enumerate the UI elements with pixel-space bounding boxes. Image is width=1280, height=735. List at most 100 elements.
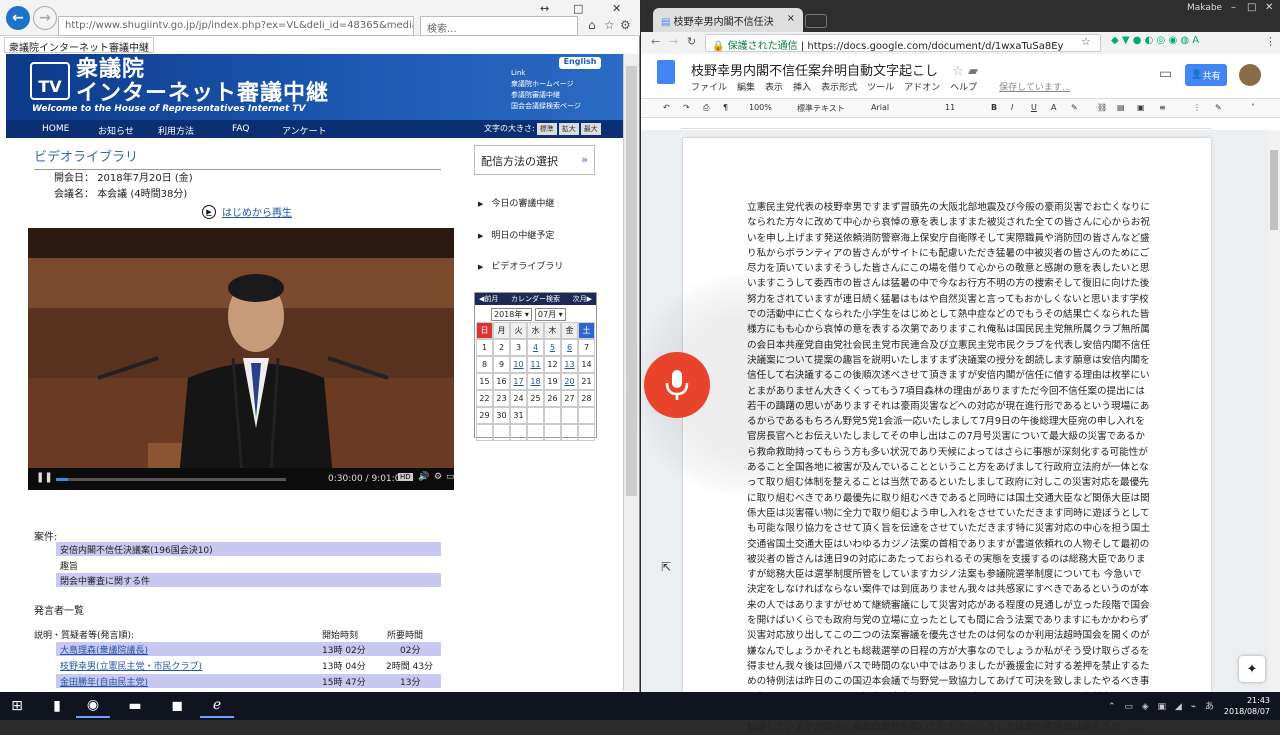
clock[interactable]: 21:43 2018/08/07 [1212, 695, 1270, 717]
menu-help[interactable]: ヘルプ [950, 80, 977, 93]
pause-icon[interactable]: ❚❚ [36, 472, 53, 483]
year-select[interactable]: 2018年 ▾ [491, 308, 532, 321]
image-icon[interactable]: ▣ [1137, 103, 1145, 112]
home-icon[interactable]: ⌂ [588, 18, 596, 32]
settings-icon[interactable]: ⚙ [434, 472, 442, 482]
explore-icon[interactable]: ✦ [1239, 656, 1265, 682]
cortana-icon[interactable]: ▮ [40, 694, 74, 718]
restore-icon[interactable]: □ [573, 2, 583, 15]
side-link-tomorrow[interactable]: ▶ 明日の中継予定 [478, 228, 554, 241]
calendar-day[interactable]: 11 [527, 356, 544, 373]
nav-usage[interactable]: 利用方法 [158, 124, 194, 137]
search-input[interactable]: 検索... [420, 16, 578, 36]
reload-icon[interactable]: ↻ [687, 35, 696, 48]
calendar-day[interactable]: 20 [561, 373, 578, 390]
menu-addons[interactable]: アドオン [904, 80, 940, 93]
font-size-select[interactable]: 11 [945, 103, 955, 112]
calendar-day[interactable]: 17 [510, 373, 527, 390]
nav-home[interactable]: HOME [42, 124, 69, 134]
forward-arrow-icon[interactable]: → [33, 6, 57, 30]
comments-icon[interactable]: ▭ [1159, 66, 1172, 82]
print-icon[interactable]: ⎙ [703, 103, 709, 113]
speaker-link[interactable]: 大島理森(衆議院議長) [60, 643, 148, 656]
volume-icon[interactable]: 🔊 [418, 472, 429, 482]
calendar-day[interactable]: 18 [527, 373, 544, 390]
fullscreen-icon[interactable]: ▭ [446, 472, 455, 482]
menu-tools[interactable]: ツール [867, 80, 894, 93]
edit-mode-icon[interactable]: ✎ [1215, 103, 1222, 112]
comment-icon[interactable]: ▤ [1117, 103, 1125, 112]
file-explorer-icon[interactable]: ▬ [118, 694, 152, 718]
microphone-icon[interactable] [644, 352, 710, 418]
chrome-taskbar-icon[interactable]: ◉ [76, 694, 110, 718]
align-icon[interactable]: ≡ [1159, 103, 1166, 112]
style-select[interactable]: 標準テキスト [797, 103, 845, 114]
underline-icon[interactable]: U [1031, 103, 1037, 112]
zoom-select[interactable]: 100% [749, 103, 772, 112]
chrome-user[interactable]: Makabe [1187, 3, 1222, 13]
nav-news[interactable]: お知らせ [98, 124, 134, 137]
docs-logo-icon[interactable] [657, 60, 675, 84]
link-item[interactable]: 衆議院ホームページ [511, 79, 581, 90]
calendar-next[interactable]: 次月▶ [573, 294, 592, 304]
close-icon[interactable]: ✕ [1265, 2, 1273, 13]
menu-view[interactable]: 表示 [765, 80, 783, 93]
link-item[interactable]: 参議院審議中継 [511, 90, 581, 101]
play-from-start-link[interactable]: ▶ はじめから再生 [202, 204, 292, 219]
italic-icon[interactable]: I [1011, 103, 1013, 112]
calendar-day[interactable]: 10 [510, 356, 527, 373]
font-select[interactable]: Arial [871, 103, 889, 112]
redo-icon[interactable]: ↷ [683, 103, 690, 112]
side-link-today[interactable]: ▶ 今日の審議中継 [478, 196, 554, 209]
collapse-icon[interactable]: ˄ [1251, 103, 1255, 112]
undo-icon[interactable]: ↶ [663, 103, 670, 112]
nox-icon[interactable]: ◼ [160, 694, 194, 718]
address-bar[interactable]: http://www.shugiintv.go.jp/jp/index.php?… [58, 16, 414, 36]
link-icon[interactable]: ⛓ [1097, 103, 1107, 112]
menu-insert[interactable]: 挿入 [793, 80, 811, 93]
side-link-library[interactable]: ▶ ビデオライブラリ [478, 259, 563, 272]
font-size-max[interactable]: 最大 [580, 123, 601, 135]
chrome-tab[interactable]: ▤ 枝野幸男内閣不信任決 × [653, 8, 803, 32]
bold-icon[interactable]: B [991, 103, 997, 112]
paint-format-icon[interactable]: ¶ [723, 103, 728, 112]
back-arrow-icon[interactable]: ← [6, 6, 30, 30]
omnibox[interactable]: 🔒 保護された通信 | https://docs.google.com/docu… [705, 34, 1101, 52]
month-select[interactable]: 07月 ▾ [534, 308, 566, 321]
font-size-standard[interactable]: 標準 [536, 123, 557, 135]
star-icon[interactable]: ☆ [952, 64, 964, 79]
text-color-icon[interactable]: A [1051, 103, 1056, 112]
favorites-star-icon[interactable]: ☆ [604, 18, 615, 32]
font-size-large[interactable]: 拡大 [558, 123, 579, 135]
link-item[interactable]: 国会会議録検索ページ [511, 101, 581, 112]
site-title[interactable]: 衆議院 インターネット審議中継 [76, 58, 329, 106]
avatar[interactable] [1239, 64, 1261, 86]
nav-faq[interactable]: FAQ [232, 124, 249, 134]
close-icon[interactable]: ✕ [612, 2, 621, 15]
forward-arrow-icon[interactable]: → [669, 35, 678, 48]
delivery-method-button[interactable]: 配信方法の選択 » [474, 145, 595, 175]
speaker-link[interactable]: 枝野幸男(立憲民主党・市民クラブ) [60, 659, 202, 672]
menu-file[interactable]: ファイル [691, 80, 727, 93]
system-tray[interactable]: ⌃ ▭ ◈ ▣ ◢ ⌁ あ [1108, 699, 1217, 712]
calendar-day[interactable]: 13 [561, 356, 578, 373]
menu-format[interactable]: 表示形式 [821, 80, 857, 93]
restore-icon[interactable]: □ [1247, 2, 1256, 13]
new-tab-button[interactable] [805, 14, 827, 28]
menu-edit[interactable]: 編集 [737, 80, 755, 93]
calendar-day[interactable]: 4 [527, 339, 544, 356]
folder-icon[interactable]: ▰ [968, 64, 978, 79]
ie-tab[interactable]: 衆議院インターネット審議中継 [4, 37, 154, 53]
seek-bar[interactable] [56, 478, 286, 481]
hd-badge[interactable]: HD [398, 473, 413, 481]
calendar-prev[interactable]: ◀前月 [479, 294, 498, 304]
ie-taskbar-icon[interactable]: ℯ [200, 694, 234, 718]
video-player[interactable] [28, 228, 454, 490]
speaker-link[interactable]: 金田勝年(自由民主党) [60, 675, 148, 688]
nav-survey[interactable]: アンケート [282, 124, 327, 137]
back-arrow-icon[interactable]: ← [651, 35, 660, 48]
share-button[interactable]: 👤 共有 [1185, 64, 1227, 86]
docs-scrollbar[interactable] [1268, 130, 1280, 692]
minimize-icon[interactable]: ↔ [540, 2, 549, 15]
extension-icon[interactable]: ◆ ▼ ● ◐ ◎ ◉ ◍ A [1111, 35, 1199, 46]
